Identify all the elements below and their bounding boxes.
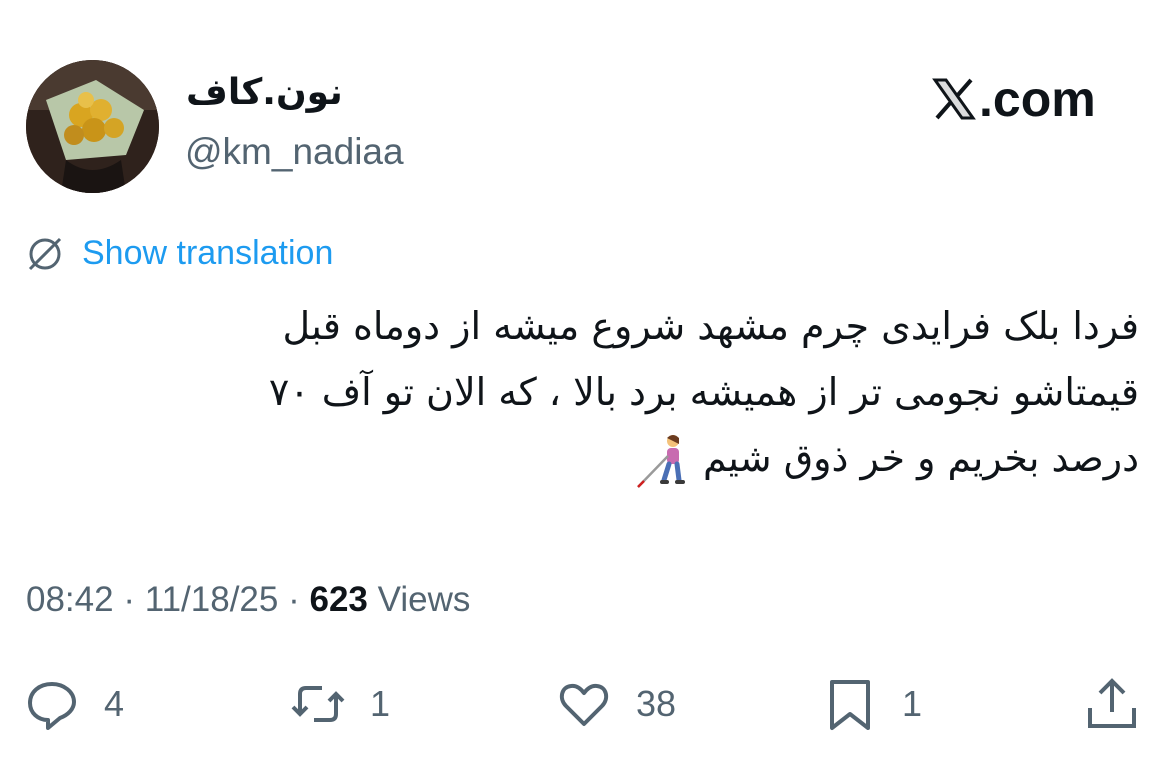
heart-icon xyxy=(559,683,609,726)
share-button[interactable] xyxy=(1084,676,1140,732)
bookmark-button[interactable]: 1 xyxy=(822,676,922,732)
person-with-white-cane-emoji xyxy=(637,434,685,488)
tweet-line-last: درصد بخریم و خر ذوق شیم xyxy=(39,425,1139,491)
share-icon xyxy=(1088,678,1136,728)
brand-logo: .com xyxy=(931,70,1096,128)
author-display-name[interactable]: نون.کاف xyxy=(186,72,343,113)
author-handle[interactable]: @km_nadiaa xyxy=(185,131,404,173)
like-button[interactable]: 38 xyxy=(556,676,676,732)
bookmark-icon xyxy=(830,680,870,730)
like-count: 38 xyxy=(636,683,677,724)
reply-count: 4 xyxy=(104,683,125,724)
bookmark-count: 1 xyxy=(902,683,923,724)
tweet-meta: 08:42 · 11/18/25 · 623 Views xyxy=(26,580,470,620)
repost-icon xyxy=(291,686,345,722)
translation-row: Show translation xyxy=(26,234,333,273)
views-label: Views xyxy=(377,580,471,619)
avatar[interactable] xyxy=(26,60,159,193)
brand-domain: .com xyxy=(979,71,1096,127)
tweet-line: قیمتاشو نجومی تر از همیشه برد بالا ، که … xyxy=(268,370,1139,414)
action-bar: 4 1 38 1 xyxy=(0,676,1169,736)
repost-count: 1 xyxy=(370,683,391,724)
views-count: 623 xyxy=(309,580,368,619)
tweet-date[interactable]: 11/18/25 xyxy=(145,580,279,619)
tweet-time[interactable]: 08:42 xyxy=(26,580,114,619)
globe-slash-icon xyxy=(28,237,62,270)
x-logo-icon xyxy=(932,78,976,120)
reply-button[interactable]: 4 xyxy=(24,676,124,732)
tweet-line: درصد بخریم و خر ذوق شیم xyxy=(703,436,1139,480)
avatar-image xyxy=(26,60,159,193)
meta-separator: · xyxy=(123,580,135,619)
show-translation-link[interactable]: Show translation xyxy=(82,234,333,273)
reply-icon xyxy=(28,682,76,730)
tweet-text: فردا بلک فرایدی چرم مشهد شروع میشه از دو… xyxy=(39,293,1139,491)
repost-button[interactable]: 1 xyxy=(290,676,390,732)
meta-separator: · xyxy=(288,580,300,619)
tweet-line: فردا بلک فرایدی چرم مشهد شروع میشه از دو… xyxy=(282,304,1139,348)
